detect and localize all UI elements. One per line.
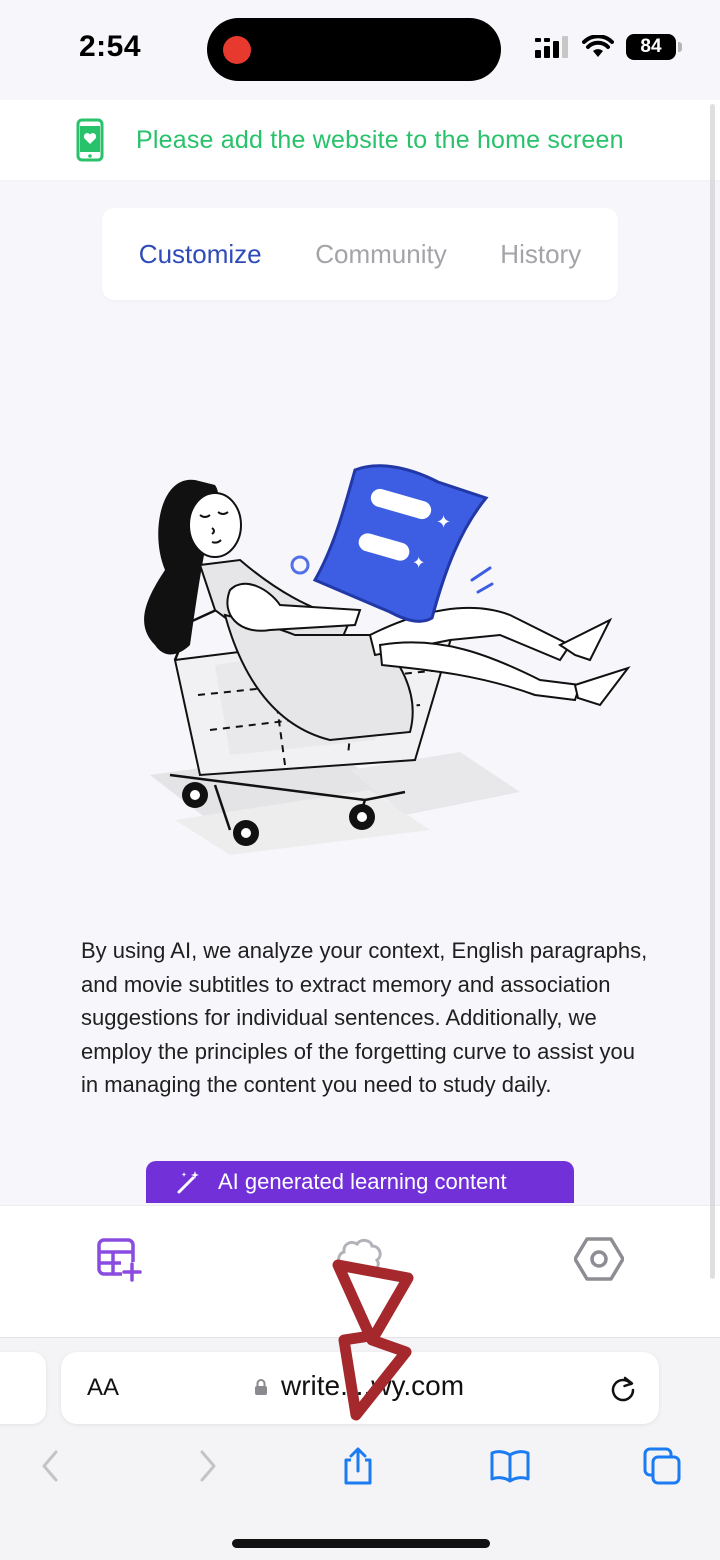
phone-heart-icon [76, 118, 104, 162]
tab-community[interactable]: Community [315, 239, 446, 270]
recording-indicator-icon [223, 36, 251, 64]
bookmarks-icon[interactable] [490, 1446, 530, 1486]
previous-tab-preview[interactable] [0, 1352, 46, 1424]
text-size-button[interactable]: AA [87, 1374, 119, 1402]
address-bar[interactable]: AA write....wy.com [61, 1352, 659, 1424]
banner-text: Please add the website to the home scree… [136, 125, 624, 154]
brain-icon[interactable] [335, 1236, 385, 1282]
battery-indicator: 84 [626, 34, 682, 60]
dynamic-island [207, 18, 501, 81]
tab-history[interactable]: History [500, 239, 581, 270]
status-time: 2:54 [79, 30, 142, 63]
forward-icon[interactable] [186, 1446, 226, 1486]
cta-label: AI generated learning content [218, 1169, 507, 1194]
svg-text:✦: ✦ [436, 512, 451, 533]
url-text: write....wy.com [281, 1370, 465, 1401]
svg-text:✦: ✦ [412, 553, 425, 572]
cellular-signal-icon [535, 36, 568, 58]
wifi-icon [582, 35, 614, 57]
settings-hexagon-icon[interactable] [574, 1236, 624, 1282]
home-indicator [232, 1539, 490, 1548]
browser-toolbar: AA write....wy.com [0, 1337, 720, 1560]
tab-customize[interactable]: Customize [139, 239, 262, 270]
add-to-home-banner[interactable]: Please add the website to the home scree… [0, 100, 720, 180]
status-icons: 84 [534, 34, 682, 60]
app-bottom-nav [0, 1205, 720, 1337]
tab-bar: Customize Community History [102, 208, 618, 300]
add-table-icon[interactable] [95, 1236, 145, 1282]
reload-icon[interactable] [609, 1374, 637, 1402]
magic-wand-icon [177, 1171, 199, 1194]
description-text: By using AI, we analyze your context, En… [81, 938, 648, 1098]
ai-generate-button[interactable]: AI generated learning content [146, 1161, 574, 1203]
woman-in-cart-illustration: ✦ ✦ [144, 464, 631, 855]
tabs-icon[interactable] [642, 1446, 682, 1486]
back-icon[interactable] [32, 1446, 72, 1486]
lock-icon [255, 1379, 267, 1395]
share-icon[interactable] [338, 1446, 378, 1486]
page-scrollbar[interactable] [710, 104, 715, 1279]
status-bar: 2:54 84 [0, 0, 720, 100]
